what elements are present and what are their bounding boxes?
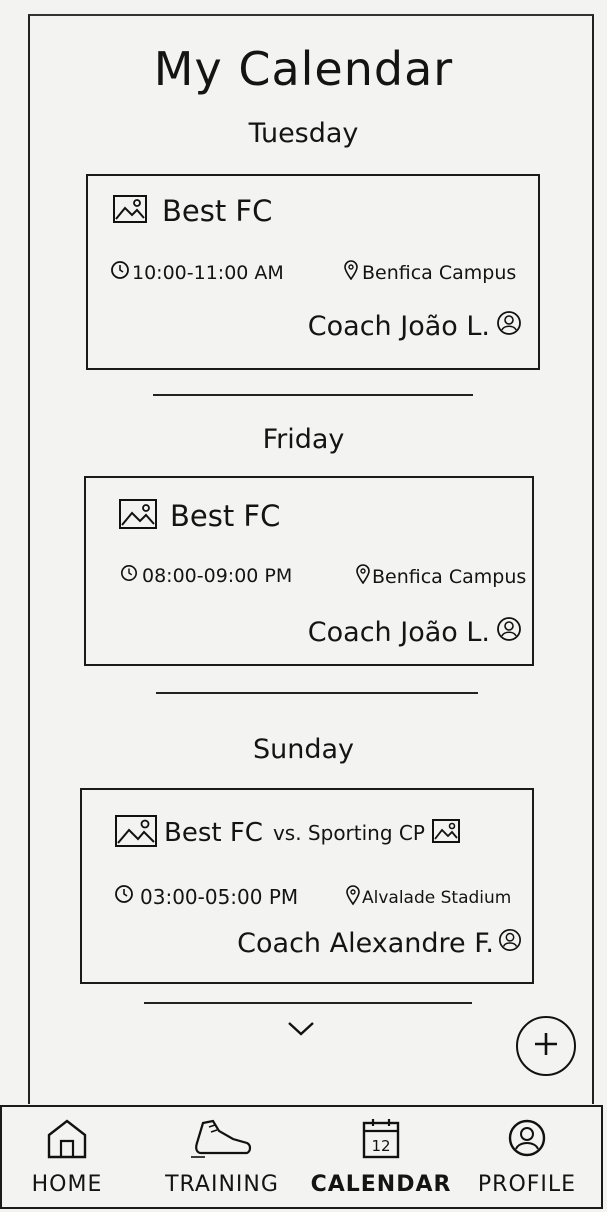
- event-team-name: Best FC: [164, 818, 263, 848]
- image-icon: [112, 194, 148, 228]
- event-coach: Coach João L.: [307, 617, 490, 648]
- calendar-icon: 12: [361, 1117, 401, 1163]
- divider: [156, 692, 478, 694]
- nav-label-home: HOME: [31, 1172, 103, 1197]
- location-pin-icon: [346, 884, 360, 911]
- avatar-icon: [496, 616, 522, 649]
- event-time: 08:00-09:00 PM: [142, 564, 293, 587]
- shoe-icon: [189, 1117, 255, 1163]
- nav-label-calendar: CALENDAR: [310, 1172, 452, 1197]
- location-pin-icon: [344, 260, 358, 285]
- clock-icon: [114, 884, 134, 909]
- plus-icon: [531, 1029, 561, 1063]
- location-pin-icon: [356, 564, 370, 589]
- nav-label-profile: PROFILE: [477, 1172, 577, 1197]
- image-icon: [431, 818, 461, 848]
- profile-icon: [506, 1117, 548, 1163]
- event-card-sunday[interactable]: Best FC vs. Sporting CP 03:00-05:00 PM A…: [80, 788, 534, 984]
- chevron-down-icon[interactable]: [286, 1020, 316, 1042]
- event-team-name: Best FC: [162, 194, 273, 228]
- event-card-friday[interactable]: Best FC 08:00-09:00 PM Benfica Campus Co…: [84, 476, 534, 666]
- event-coach: Coach Alexandre F.: [237, 928, 494, 959]
- svg-text:12: 12: [371, 1137, 390, 1155]
- event-time: 03:00-05:00 PM: [140, 884, 299, 909]
- day-heading-tuesday: Tuesday: [248, 118, 359, 149]
- page-title: My Calendar: [153, 42, 454, 96]
- event-location: Benfica Campus: [372, 565, 527, 588]
- image-icon: [114, 814, 158, 852]
- bottom-navigation: HOME TRAINING 12 CALENDAR PROFILE: [0, 1105, 603, 1209]
- nav-item-training[interactable]: TRAINING: [152, 1107, 292, 1207]
- clock-icon: [110, 260, 130, 285]
- event-team-name: Best FC: [170, 499, 281, 533]
- divider: [144, 1002, 472, 1004]
- day-heading-sunday: Sunday: [252, 734, 355, 765]
- nav-item-home[interactable]: HOME: [12, 1107, 122, 1207]
- event-card-tuesday[interactable]: Best FC 10:00-11:00 AM Benfica Campus Co…: [86, 174, 540, 370]
- clock-icon: [120, 564, 138, 587]
- event-opponent: vs. Sporting CP: [272, 821, 425, 845]
- nav-label-training: TRAINING: [165, 1172, 279, 1197]
- nav-item-calendar[interactable]: 12 CALENDAR: [306, 1107, 456, 1207]
- event-coach: Coach João L.: [307, 311, 490, 342]
- avatar-icon: [496, 310, 522, 343]
- day-heading-friday: Friday: [262, 424, 345, 455]
- home-icon: [45, 1117, 89, 1163]
- event-location: Benfica Campus: [362, 261, 517, 284]
- image-icon: [118, 498, 158, 534]
- event-time: 10:00-11:00 AM: [132, 261, 284, 284]
- divider: [153, 394, 473, 396]
- add-event-button[interactable]: [516, 1016, 576, 1076]
- avatar-icon: [498, 928, 522, 959]
- nav-item-profile[interactable]: PROFILE: [464, 1107, 590, 1207]
- event-location: Alvalade Stadium: [362, 887, 512, 908]
